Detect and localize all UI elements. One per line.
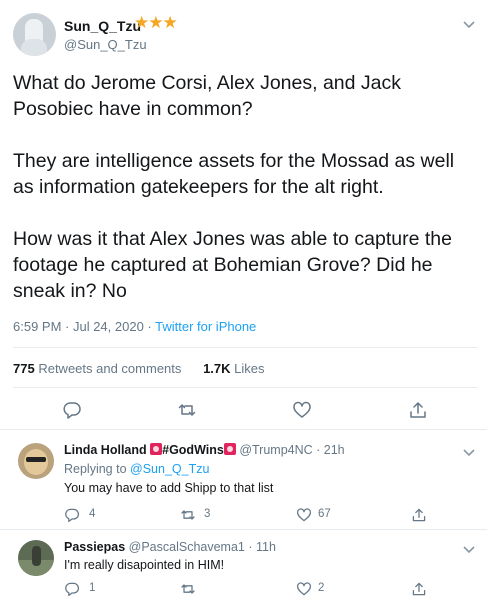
divider bbox=[13, 387, 478, 388]
tweet-source-link[interactable]: Twitter for iPhone bbox=[155, 319, 256, 334]
retweet-count: 3 bbox=[204, 508, 211, 520]
replying-to-handle[interactable]: @Sun_Q_Tzu bbox=[130, 462, 209, 476]
tweet-timestamp[interactable]: 6:59 PM · Jul 24, 2020 · bbox=[13, 319, 155, 334]
star-badge: ★★★ bbox=[134, 13, 178, 32]
avatar[interactable] bbox=[18, 443, 54, 479]
reply-count: 1 bbox=[89, 582, 96, 594]
reply-author[interactable]: Linda Holland #GodWins @Trump4NC · 21h bbox=[64, 443, 345, 457]
reply-tweet[interactable]: Linda Holland #GodWins @Trump4NC · 21h R… bbox=[0, 430, 487, 530]
reply-display-name[interactable]: Linda Holland bbox=[64, 443, 147, 457]
like-count: 2 bbox=[318, 582, 325, 594]
retweets-stat[interactable]: 775 Retweets and comments bbox=[13, 361, 181, 376]
reply-author[interactable]: Passiepas @PascalSchavema1 · 11h bbox=[64, 540, 276, 554]
like-icon[interactable] bbox=[292, 400, 312, 420]
like-count: 67 bbox=[318, 508, 331, 520]
reply-icon[interactable] bbox=[64, 507, 80, 523]
reply-tweet[interactable]: Passiepas @PascalSchavema1 · 11h I'm rea… bbox=[0, 530, 487, 606]
reply-count: 4 bbox=[89, 508, 96, 520]
replying-to: Replying to @Sun_Q_Tzu bbox=[64, 462, 210, 476]
reply-name-tag: #GodWins bbox=[162, 443, 224, 457]
reply-handle-time[interactable]: @Trump4NC · 21h bbox=[239, 443, 344, 457]
avatar-base-shape bbox=[21, 39, 47, 56]
share-icon[interactable] bbox=[408, 400, 428, 420]
siren-emoji-icon bbox=[223, 443, 236, 455]
like-icon[interactable] bbox=[296, 581, 312, 597]
reply-display-name[interactable]: Passiepas bbox=[64, 540, 125, 554]
retweet-icon[interactable] bbox=[177, 400, 197, 420]
tweet-meta: 6:59 PM · Jul 24, 2020 · Twitter for iPh… bbox=[13, 319, 256, 334]
display-name[interactable]: Sun_Q_Tzu bbox=[64, 18, 141, 34]
retweet-icon[interactable] bbox=[180, 581, 196, 597]
divider bbox=[13, 347, 478, 348]
chevron-down-icon[interactable] bbox=[463, 543, 475, 557]
share-icon[interactable] bbox=[411, 581, 427, 597]
tweet-text: What do Jerome Corsi, Alex Jones, and Ja… bbox=[13, 72, 455, 302]
reply-text: I'm really disapointed in HIM! bbox=[64, 558, 225, 572]
user-handle[interactable]: @Sun_Q_Tzu bbox=[64, 37, 147, 52]
reply-icon[interactable] bbox=[62, 400, 82, 420]
main-tweet: Sun_Q_Tzu ★★★ @Sun_Q_Tzu What do Jerome … bbox=[0, 0, 487, 430]
avatar[interactable] bbox=[13, 13, 56, 56]
likes-stat[interactable]: 1.7K Likes bbox=[203, 361, 264, 376]
like-icon[interactable] bbox=[296, 507, 312, 523]
siren-emoji-icon bbox=[150, 443, 163, 455]
chevron-down-icon[interactable] bbox=[463, 446, 475, 460]
reply-text: You may have to add Shipp to that list bbox=[64, 481, 274, 495]
avatar-face-shape bbox=[24, 449, 48, 475]
avatar-figure-shape bbox=[32, 546, 41, 566]
reply-icon[interactable] bbox=[64, 581, 80, 597]
avatar-sunglasses-shape bbox=[26, 457, 46, 462]
avatar[interactable] bbox=[18, 540, 54, 576]
reply-handle-time[interactable]: @PascalSchavema1 · 11h bbox=[129, 540, 276, 554]
retweet-icon[interactable] bbox=[180, 507, 196, 523]
engagement-stats: 775 Retweets and comments 1.7K Likes bbox=[13, 361, 265, 376]
share-icon[interactable] bbox=[411, 507, 427, 523]
chevron-down-icon[interactable] bbox=[463, 18, 475, 32]
